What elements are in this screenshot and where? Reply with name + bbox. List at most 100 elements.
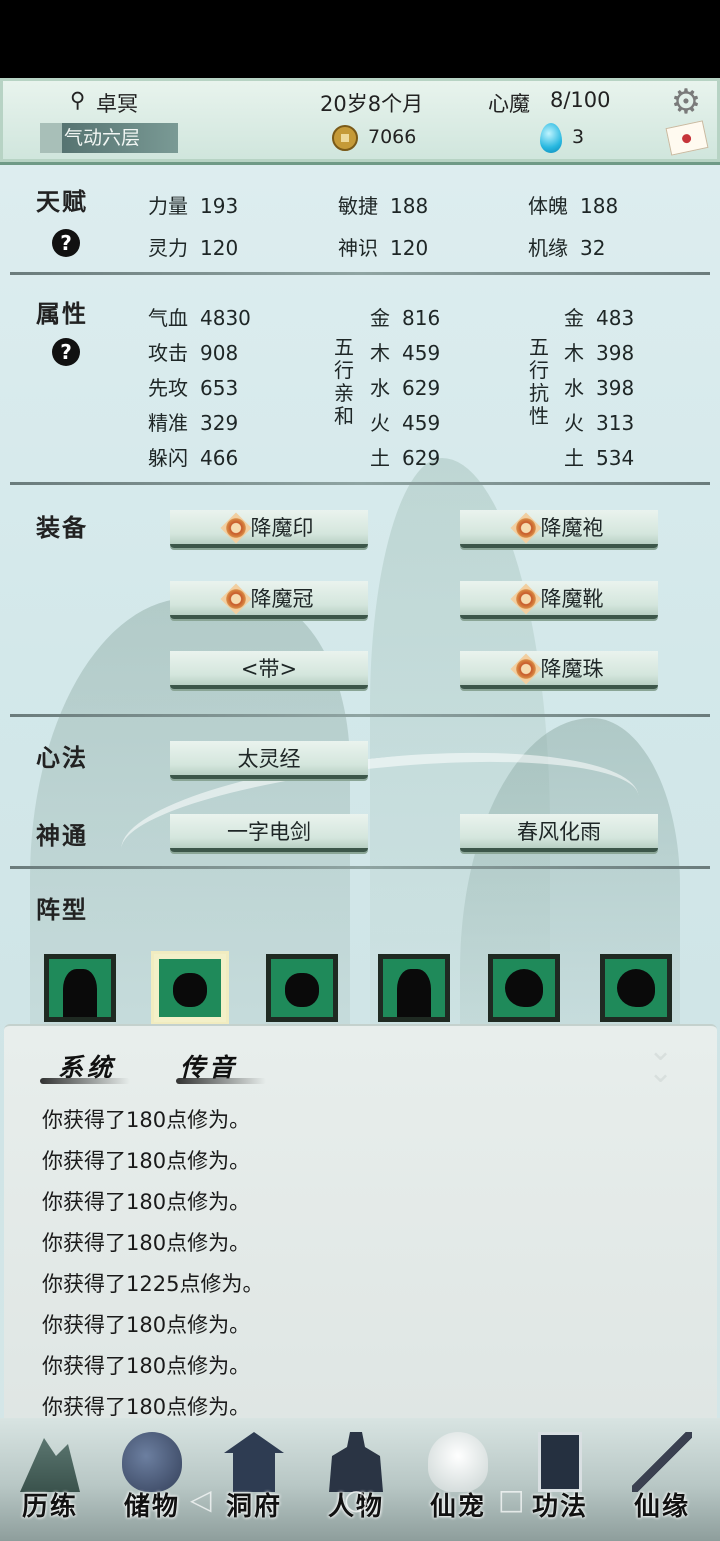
equipment-slot-orb[interactable]: 降魔珠 xyxy=(460,651,658,689)
nav-character[interactable]: 人物 xyxy=(308,1428,404,1534)
equipment-slot-boots[interactable]: 降魔靴 xyxy=(460,581,658,619)
talent-stat: 灵力 120 xyxy=(148,236,239,260)
resist-label: 五行抗性 xyxy=(529,335,549,428)
inner-demon-label: 心魔 xyxy=(488,92,530,116)
talent-title: 天赋 xyxy=(36,187,88,216)
equipment-icon xyxy=(219,512,252,544)
message-line: 你获得了180点修为。 xyxy=(42,1354,251,1378)
status-header: ⚲ 卓冥 20岁8个月 心魔 8/100 气动六层 7066 3 ⚙ xyxy=(0,78,720,165)
equipment-title: 装备 xyxy=(36,513,88,542)
message-line: 你获得了180点修为。 xyxy=(42,1190,251,1214)
formation-slot-4[interactable] xyxy=(378,954,450,1022)
divider xyxy=(10,272,710,275)
formation-slot-1[interactable] xyxy=(44,954,116,1022)
divider xyxy=(10,482,710,485)
beast-silhouette-icon xyxy=(285,973,319,1007)
divider xyxy=(10,866,710,869)
equipment-slot-belt[interactable]: <带> xyxy=(170,651,368,689)
cultivator-silhouette-icon xyxy=(397,969,431,1017)
affinity-stat: 火 459 xyxy=(370,411,441,435)
nav-training[interactable]: 历练 xyxy=(2,1428,98,1534)
talent-help-icon[interactable]: ? xyxy=(52,229,80,257)
ghost-silhouette-icon xyxy=(617,969,655,1007)
resist-stat: 火 313 xyxy=(564,411,635,435)
message-line: 你获得了180点修为。 xyxy=(42,1108,251,1132)
resist-stat: 土 534 xyxy=(564,446,635,470)
attribute-stat: 攻击 908 xyxy=(148,341,239,365)
formation-slot-5[interactable] xyxy=(488,954,560,1022)
nav-cave[interactable]: 洞府 xyxy=(206,1428,302,1534)
method-title: 心法 xyxy=(36,743,88,772)
brush-icon xyxy=(632,1432,692,1492)
beast-silhouette-icon xyxy=(173,973,207,1007)
affinity-label: 五行亲和 xyxy=(334,335,354,428)
talent-stat: 神识 120 xyxy=(338,236,429,260)
character-age: 20岁8个月 xyxy=(320,92,424,116)
spirit-stone-icon xyxy=(540,123,562,153)
inner-demon-value: 8/100 xyxy=(550,88,611,112)
talent-stat: 体魄 188 xyxy=(528,194,619,218)
equipment-icon xyxy=(509,653,542,685)
cultivator-silhouette-icon xyxy=(63,969,97,1017)
pet-icon xyxy=(428,1432,488,1492)
bag-icon xyxy=(122,1432,182,1492)
formation-slot-3[interactable] xyxy=(266,954,338,1022)
mail-icon[interactable] xyxy=(665,120,709,156)
tab-whisper[interactable]: 传音 xyxy=(180,1048,238,1084)
resist-stat: 金 483 xyxy=(564,306,635,330)
affinity-stat: 水 629 xyxy=(370,376,441,400)
affinity-stat: 金 816 xyxy=(370,306,441,330)
coin-icon xyxy=(332,125,358,151)
nav-fate[interactable]: 仙缘 xyxy=(614,1428,710,1534)
collapse-icon[interactable]: ⌄ ⌄ xyxy=(648,1036,673,1088)
attribute-stat: 气血 4830 xyxy=(148,306,251,330)
back-icon[interactable]: ◁ xyxy=(190,1483,212,1516)
skill-slot-1[interactable]: 一字电剑 xyxy=(170,814,368,852)
method-slot[interactable]: 太灵经 xyxy=(170,741,368,779)
coin-count: 7066 xyxy=(368,126,417,148)
message-line: 你获得了1225点修为。 xyxy=(42,1272,264,1296)
book-icon xyxy=(538,1432,582,1492)
equipment-icon xyxy=(509,583,542,615)
tab-system[interactable]: 系统 xyxy=(58,1048,116,1084)
skill-slot-2[interactable]: 春风化雨 xyxy=(460,814,658,852)
gear-icon[interactable]: ⚙ xyxy=(670,85,702,119)
divider xyxy=(10,714,710,717)
recents-icon[interactable]: □ xyxy=(498,1483,524,1516)
equipment-slot-robe[interactable]: 降魔袍 xyxy=(460,510,658,548)
talent-stat: 机缘 32 xyxy=(528,236,606,260)
game-screen: ⚲ 卓冥 20岁8个月 心魔 8/100 气动六层 7066 3 ⚙ 天赋 ? … xyxy=(0,78,720,1541)
ghost-silhouette-icon xyxy=(505,969,543,1007)
equipment-slot-crown[interactable]: 降魔冠 xyxy=(170,581,368,619)
equipment-slot-seal[interactable]: 降魔印 xyxy=(170,510,368,548)
attribute-stat: 躲闪 466 xyxy=(148,446,239,470)
nav-storage[interactable]: 储物 xyxy=(104,1428,200,1534)
attributes-help-icon[interactable]: ? xyxy=(52,338,80,366)
formation-title: 阵型 xyxy=(36,895,88,924)
gender-icon: ⚲ xyxy=(70,88,86,112)
home-icon[interactable]: ○ xyxy=(344,1483,368,1516)
resist-stat: 木 398 xyxy=(564,341,635,365)
message-line: 你获得了180点修为。 xyxy=(42,1231,251,1255)
resist-stat: 水 398 xyxy=(564,376,635,400)
mountain-icon xyxy=(20,1438,80,1492)
attribute-stat: 先攻 653 xyxy=(148,376,239,400)
affinity-stat: 木 459 xyxy=(370,341,441,365)
formation-slot-2[interactable] xyxy=(154,954,226,1022)
attribute-stat: 精准 329 xyxy=(148,411,239,435)
character-name: 卓冥 xyxy=(96,92,138,116)
equipment-icon xyxy=(219,583,252,615)
talent-stat: 敏捷 188 xyxy=(338,194,429,218)
talent-stat: 力量 193 xyxy=(148,194,239,218)
message-line: 你获得了180点修为。 xyxy=(42,1313,251,1337)
realm-badge: 气动六层 xyxy=(40,123,178,153)
gem-count: 3 xyxy=(572,126,585,148)
formation-slot-6[interactable] xyxy=(600,954,672,1022)
skills-title: 神通 xyxy=(36,821,88,850)
message-line: 你获得了180点修为。 xyxy=(42,1149,251,1173)
nav-pet[interactable]: 仙宠 xyxy=(410,1428,506,1534)
pavilion-icon xyxy=(224,1432,284,1492)
message-panel: 系统 传音 ⌄ ⌄ 你获得了180点修为。 你获得了180点修为。 你获得了180… xyxy=(4,1024,717,1419)
bottom-nav: 历练 储物 洞府 人物 仙宠 功法 仙缘 xyxy=(0,1418,720,1541)
nav-techniques[interactable]: 功法 xyxy=(512,1428,608,1534)
